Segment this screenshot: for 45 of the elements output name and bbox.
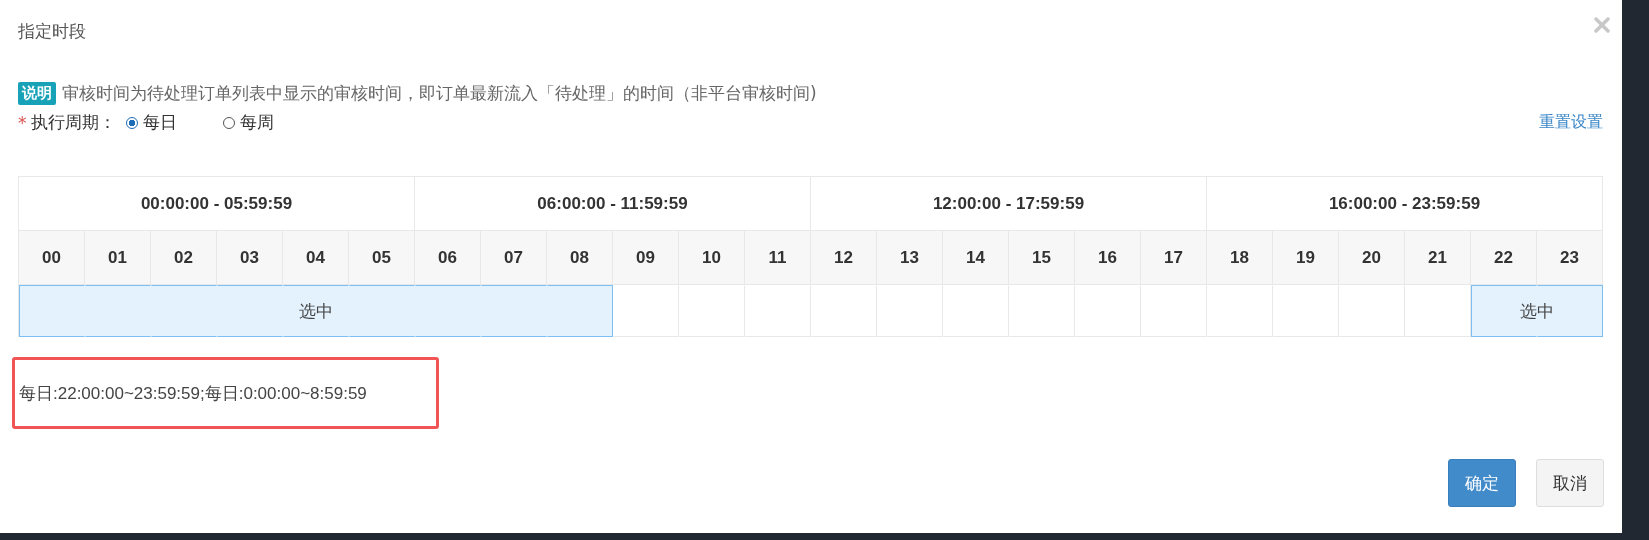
period-label: 执行周期： <box>30 111 116 134</box>
hour-header: 09 <box>613 231 679 285</box>
hour-header: 21 <box>1405 231 1471 285</box>
selected-slot[interactable] <box>19 285 85 337</box>
cancel-button[interactable]: 取消 <box>1536 459 1604 507</box>
note-text: 审核时间为待处理订单列表中显示的审核时间，即订单最新流入「待处理」的时间（非平台审核时间) <box>62 82 817 105</box>
time-slot[interactable] <box>613 285 679 337</box>
hour-header: 11 <box>745 231 811 285</box>
hour-header: 19 <box>1273 231 1339 285</box>
hour-header: 22 <box>1471 231 1537 285</box>
hour-header: 00 <box>19 231 85 285</box>
hour-header: 02 <box>151 231 217 285</box>
summary-text: 每日:22:00:00~23:59:59;每日:0:00:00~8:59:59 <box>19 382 367 405</box>
hour-header: 16 <box>1075 231 1141 285</box>
note-badge: 说明 <box>18 82 56 105</box>
radio-icon[interactable] <box>125 116 138 129</box>
hour-header: 01 <box>85 231 151 285</box>
hour-header: 20 <box>1339 231 1405 285</box>
hour-header: 23 <box>1537 231 1603 285</box>
period-radio[interactable]: 每周 <box>222 111 274 134</box>
dialog-title: 指定时段 <box>18 20 86 43</box>
reset-link[interactable]: 重置设置 <box>1539 112 1603 133</box>
radio-label: 每周 <box>239 111 274 134</box>
required-mark: * <box>18 112 27 133</box>
selected-slot[interactable] <box>547 285 613 337</box>
period-radio[interactable]: 每日 <box>125 111 177 134</box>
hour-header: 17 <box>1141 231 1207 285</box>
hour-header: 03 <box>217 231 283 285</box>
hour-header: 06 <box>415 231 481 285</box>
hour-header: 12 <box>811 231 877 285</box>
hour-header: 08 <box>547 231 613 285</box>
confirm-button[interactable]: 确定 <box>1448 459 1516 507</box>
radio-label: 每日 <box>142 111 177 134</box>
hour-header: 18 <box>1207 231 1273 285</box>
hour-header: 14 <box>943 231 1009 285</box>
hour-header: 15 <box>1009 231 1075 285</box>
hour-header: 10 <box>679 231 745 285</box>
hour-header: 05 <box>349 231 415 285</box>
slot-label: 选中 <box>299 299 333 323</box>
time-slot[interactable] <box>1405 285 1471 337</box>
hour-header: 13 <box>877 231 943 285</box>
hour-header: 07 <box>481 231 547 285</box>
hour-header: 04 <box>283 231 349 285</box>
radio-icon[interactable] <box>222 116 235 129</box>
close-icon[interactable] <box>1594 17 1610 33</box>
